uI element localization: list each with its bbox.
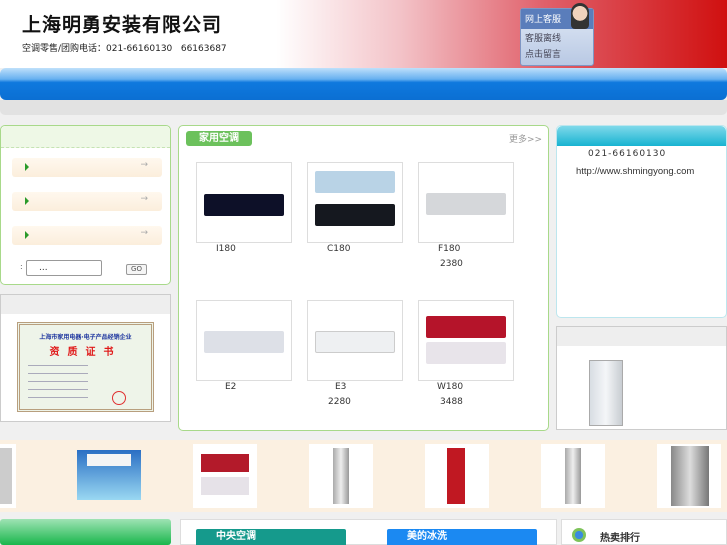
panel-header bbox=[1, 295, 170, 314]
product-name[interactable]: F180 bbox=[438, 244, 460, 254]
scroller-item[interactable] bbox=[425, 444, 489, 508]
product-name[interactable]: E3 bbox=[335, 382, 346, 392]
triangle-icon bbox=[25, 231, 29, 239]
product-name[interactable]: E2 bbox=[225, 382, 236, 392]
scroller-item[interactable] bbox=[657, 444, 721, 508]
product-image bbox=[0, 448, 12, 504]
product-image bbox=[315, 204, 395, 226]
category-item[interactable]: → bbox=[12, 158, 162, 177]
tab-midea[interactable]: 美的冰洗 bbox=[387, 529, 537, 545]
company-name: 上海明勇安装有限公司 bbox=[22, 14, 223, 36]
panel-header bbox=[557, 126, 726, 146]
triangle-icon bbox=[25, 163, 29, 171]
seal-icon bbox=[112, 391, 126, 405]
bottom-left-header bbox=[0, 519, 171, 545]
search-input[interactable]: ... bbox=[26, 260, 102, 276]
product-thumb[interactable] bbox=[418, 300, 514, 381]
scroller-item[interactable] bbox=[541, 444, 605, 508]
scroller-item[interactable] bbox=[193, 444, 257, 508]
product-thumb[interactable] bbox=[307, 300, 403, 381]
cert-line bbox=[28, 397, 88, 398]
more-link[interactable]: 更多>> bbox=[509, 132, 542, 145]
product-image bbox=[333, 448, 349, 504]
product-image bbox=[204, 194, 284, 216]
product-image bbox=[201, 454, 249, 472]
cert-line bbox=[28, 365, 88, 366]
product-image bbox=[426, 316, 506, 338]
scroller-item[interactable] bbox=[0, 444, 16, 508]
cert-line bbox=[28, 373, 88, 374]
customer-service-widget: 网上客服 客服离线 点击留言 bbox=[520, 3, 594, 66]
scroller-item[interactable] bbox=[77, 450, 141, 500]
globe-icon bbox=[572, 528, 586, 542]
product-image bbox=[671, 446, 709, 506]
panel-header bbox=[557, 327, 726, 346]
product-price: 2380 bbox=[440, 259, 463, 269]
search-label: : bbox=[20, 262, 23, 271]
product-thumb[interactable] bbox=[307, 162, 403, 243]
product-name[interactable]: I180 bbox=[216, 244, 236, 254]
cert-title: 上海市家用电器·电子产品经销企业 bbox=[39, 334, 132, 341]
product-image bbox=[201, 477, 249, 495]
nav-bar[interactable] bbox=[0, 68, 727, 100]
sub-nav-bar bbox=[0, 100, 727, 115]
panel-header bbox=[1, 126, 170, 148]
fridge-image[interactable] bbox=[589, 360, 623, 426]
product-price: 2280 bbox=[328, 397, 351, 407]
product-image bbox=[447, 448, 465, 504]
featured-panel bbox=[556, 326, 727, 430]
arrow-right-icon: → bbox=[140, 228, 148, 238]
arrow-right-icon: → bbox=[140, 160, 148, 170]
product-price: 3488 bbox=[440, 397, 463, 407]
product-image bbox=[426, 342, 506, 364]
cs-offline[interactable]: 客服离线 bbox=[521, 29, 593, 45]
scroller-item[interactable] bbox=[309, 444, 373, 508]
hot-ranking-title: 热卖排行 bbox=[600, 533, 640, 544]
tab-home-ac[interactable]: 家用空调 bbox=[186, 131, 252, 146]
cert-line bbox=[28, 381, 88, 382]
contact-url[interactable]: http://www.shmingyong.com bbox=[576, 166, 722, 177]
arrow-right-icon: → bbox=[140, 194, 148, 204]
product-thumb[interactable] bbox=[196, 162, 292, 243]
product-name[interactable]: W180 bbox=[437, 382, 463, 392]
product-image bbox=[315, 171, 395, 193]
cs-leave-message[interactable]: 点击留言 bbox=[521, 45, 593, 61]
category-item[interactable]: → bbox=[12, 192, 162, 211]
product-image bbox=[87, 454, 131, 466]
product-image bbox=[204, 331, 284, 353]
go-button[interactable]: GO bbox=[126, 264, 147, 275]
certificate-image[interactable]: 上海市家用电器·电子产品经销企业 资质证书 bbox=[17, 322, 154, 412]
product-image bbox=[315, 331, 395, 353]
phone-line: 空调零售/团购电话：021-66160130 66163687 bbox=[22, 44, 227, 54]
tab-central-ac[interactable]: 中央空调 bbox=[196, 529, 346, 545]
category-item[interactable]: → bbox=[12, 226, 162, 245]
product-thumb[interactable] bbox=[418, 162, 514, 243]
cert-subtitle: 资质证书 bbox=[49, 347, 122, 358]
product-thumb[interactable] bbox=[196, 300, 292, 381]
agent-avatar-icon bbox=[571, 3, 589, 29]
contact-phone: 021-66160130 bbox=[588, 149, 667, 159]
product-image bbox=[426, 193, 506, 215]
triangle-icon bbox=[25, 197, 29, 205]
cert-line bbox=[28, 389, 88, 390]
hot-panel bbox=[561, 519, 727, 545]
product-name[interactable]: C180 bbox=[327, 244, 350, 254]
product-image bbox=[565, 448, 581, 504]
